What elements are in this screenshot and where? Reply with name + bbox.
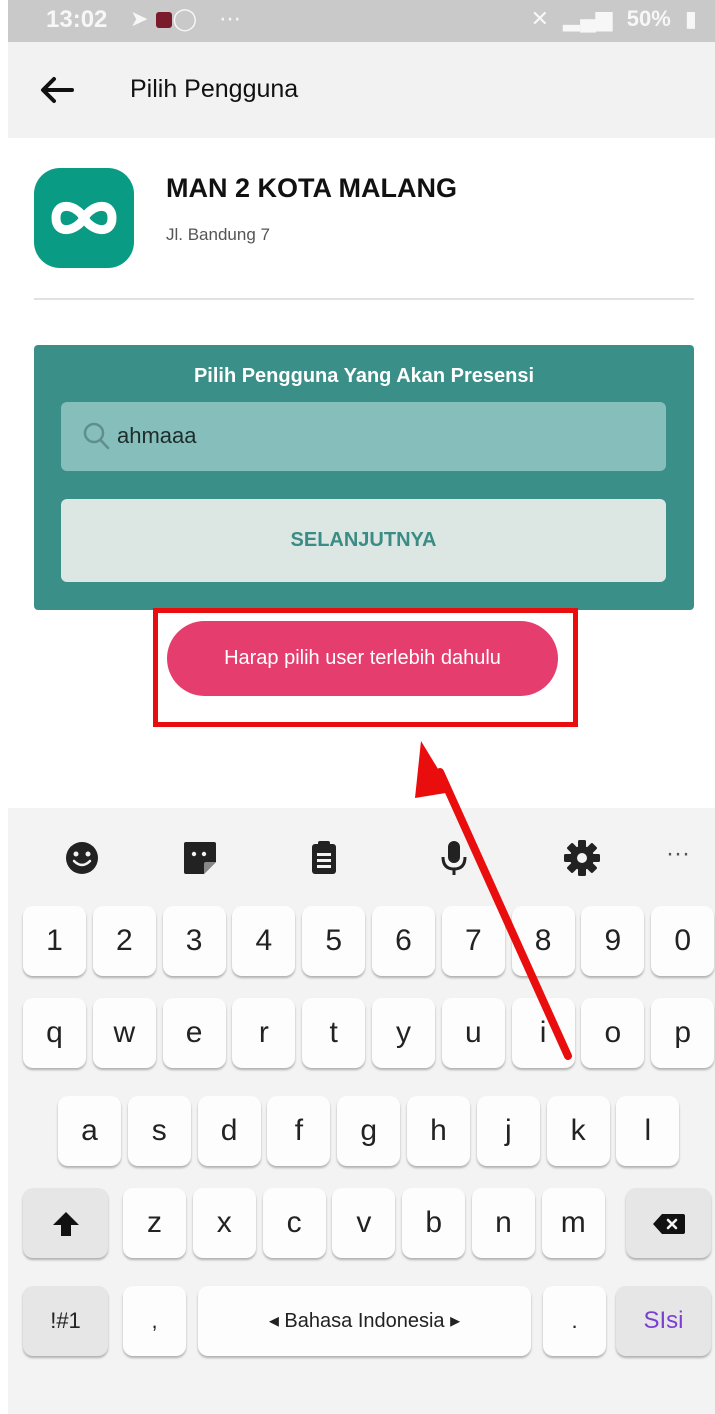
key-d[interactable]: d <box>197 1096 261 1166</box>
app-notification-icon <box>156 12 173 28</box>
period-key[interactable]: . <box>543 1286 606 1356</box>
backspace-icon <box>652 1214 685 1235</box>
battery-text: 50% <box>626 6 671 31</box>
key-j[interactable]: j <box>476 1096 540 1166</box>
key-0[interactable]: 0 <box>651 906 715 976</box>
school-address: Jl. Bandung 7 <box>166 225 270 244</box>
key-r[interactable]: r <box>232 998 296 1068</box>
key-6[interactable]: 6 <box>372 906 435 976</box>
search-value: ahmaaa <box>117 423 197 448</box>
enter-key[interactable]: SIsi <box>616 1286 711 1356</box>
status-right: ✕ ▂▄▆ 50% ▮ <box>523 6 697 32</box>
key-4[interactable]: 4 <box>232 906 296 976</box>
key-v[interactable]: v <box>332 1188 396 1258</box>
arrow-left-icon <box>41 77 74 103</box>
school-logo <box>34 168 134 268</box>
key-o[interactable]: o <box>581 998 645 1068</box>
infinity-logo-icon <box>51 201 117 235</box>
key-k[interactable]: k <box>546 1096 610 1166</box>
notification-icons: ➤ ◯ ⋯ <box>130 6 250 31</box>
search-icon <box>83 422 110 450</box>
school-name: MAN 2 KOTA MALANG <box>166 173 457 203</box>
highlight-box <box>153 608 578 727</box>
divider <box>34 298 694 300</box>
gear-icon[interactable] <box>562 838 602 878</box>
key-z[interactable]: z <box>123 1188 186 1258</box>
shift-key[interactable] <box>23 1188 108 1258</box>
key-a[interactable]: a <box>58 1096 121 1166</box>
key-q[interactable]: q <box>23 998 86 1068</box>
status-time: 13:02 <box>46 6 108 33</box>
key-l[interactable]: l <box>616 1096 680 1166</box>
app-bar: Pilih Pengguna <box>8 42 715 138</box>
key-t[interactable]: t <box>302 998 366 1068</box>
clipboard-icon[interactable] <box>304 838 344 878</box>
key-3[interactable]: 3 <box>162 906 226 976</box>
space-key[interactable]: ◂ Bahasa Indonesia ▸ <box>198 1286 531 1356</box>
more-icon[interactable]: ··· <box>658 840 698 880</box>
key-s[interactable]: s <box>127 1096 191 1166</box>
key-7[interactable]: 7 <box>441 906 505 976</box>
key-g[interactable]: g <box>337 1096 401 1166</box>
panel-title: Pilih Pengguna Yang Akan Presensi <box>193 365 535 387</box>
signal-icon: ▂▄▆ <box>563 6 613 31</box>
key-h[interactable]: h <box>407 1096 470 1166</box>
mute-icon: ✕ <box>530 6 550 31</box>
symbols-key[interactable]: !#1 <box>23 1286 108 1356</box>
key-5[interactable]: 5 <box>302 906 366 976</box>
key-f[interactable]: f <box>267 1096 331 1166</box>
key-2[interactable]: 2 <box>92 906 156 976</box>
user-selection-panel: Pilih Pengguna Yang Akan Presensi ahmaaa… <box>34 345 694 610</box>
on-screen-keyboard: ··· 1234567890 qwertyuiop asdfghjkl zxcvbnm… <box>8 808 715 1414</box>
battery-icon: ▮ <box>684 6 697 31</box>
key-i[interactable]: i <box>511 998 575 1068</box>
key-n[interactable]: n <box>472 1188 535 1258</box>
key-b[interactable]: b <box>402 1188 466 1258</box>
sticker-icon[interactable] <box>180 838 220 878</box>
comma-key[interactable]: , <box>123 1286 186 1356</box>
shift-icon <box>52 1212 79 1237</box>
key-w[interactable]: w <box>92 998 156 1068</box>
key-1[interactable]: 1 <box>23 906 86 976</box>
emoji-icon[interactable] <box>62 838 102 878</box>
key-u[interactable]: u <box>441 998 505 1068</box>
search-input[interactable]: ahmaaa <box>61 402 666 471</box>
key-m[interactable]: m <box>541 1188 605 1258</box>
status-bar: 13:02 ➤ ◯ ⋯ ✕ ▂▄▆ 50% ▮ <box>8 0 715 42</box>
page-title: Pilih Pengguna <box>130 75 299 103</box>
back-button[interactable] <box>32 64 84 116</box>
next-button[interactable]: SELANJUTNYA <box>61 499 666 582</box>
microphone-icon[interactable] <box>434 838 474 878</box>
backspace-key[interactable] <box>626 1188 711 1258</box>
key-c[interactable]: c <box>262 1188 326 1258</box>
key-8[interactable]: 8 <box>511 906 575 976</box>
key-e[interactable]: e <box>162 998 226 1068</box>
key-p[interactable]: p <box>651 998 715 1068</box>
key-x[interactable]: x <box>192 1188 256 1258</box>
key-y[interactable]: y <box>372 998 435 1068</box>
key-9[interactable]: 9 <box>581 906 645 976</box>
